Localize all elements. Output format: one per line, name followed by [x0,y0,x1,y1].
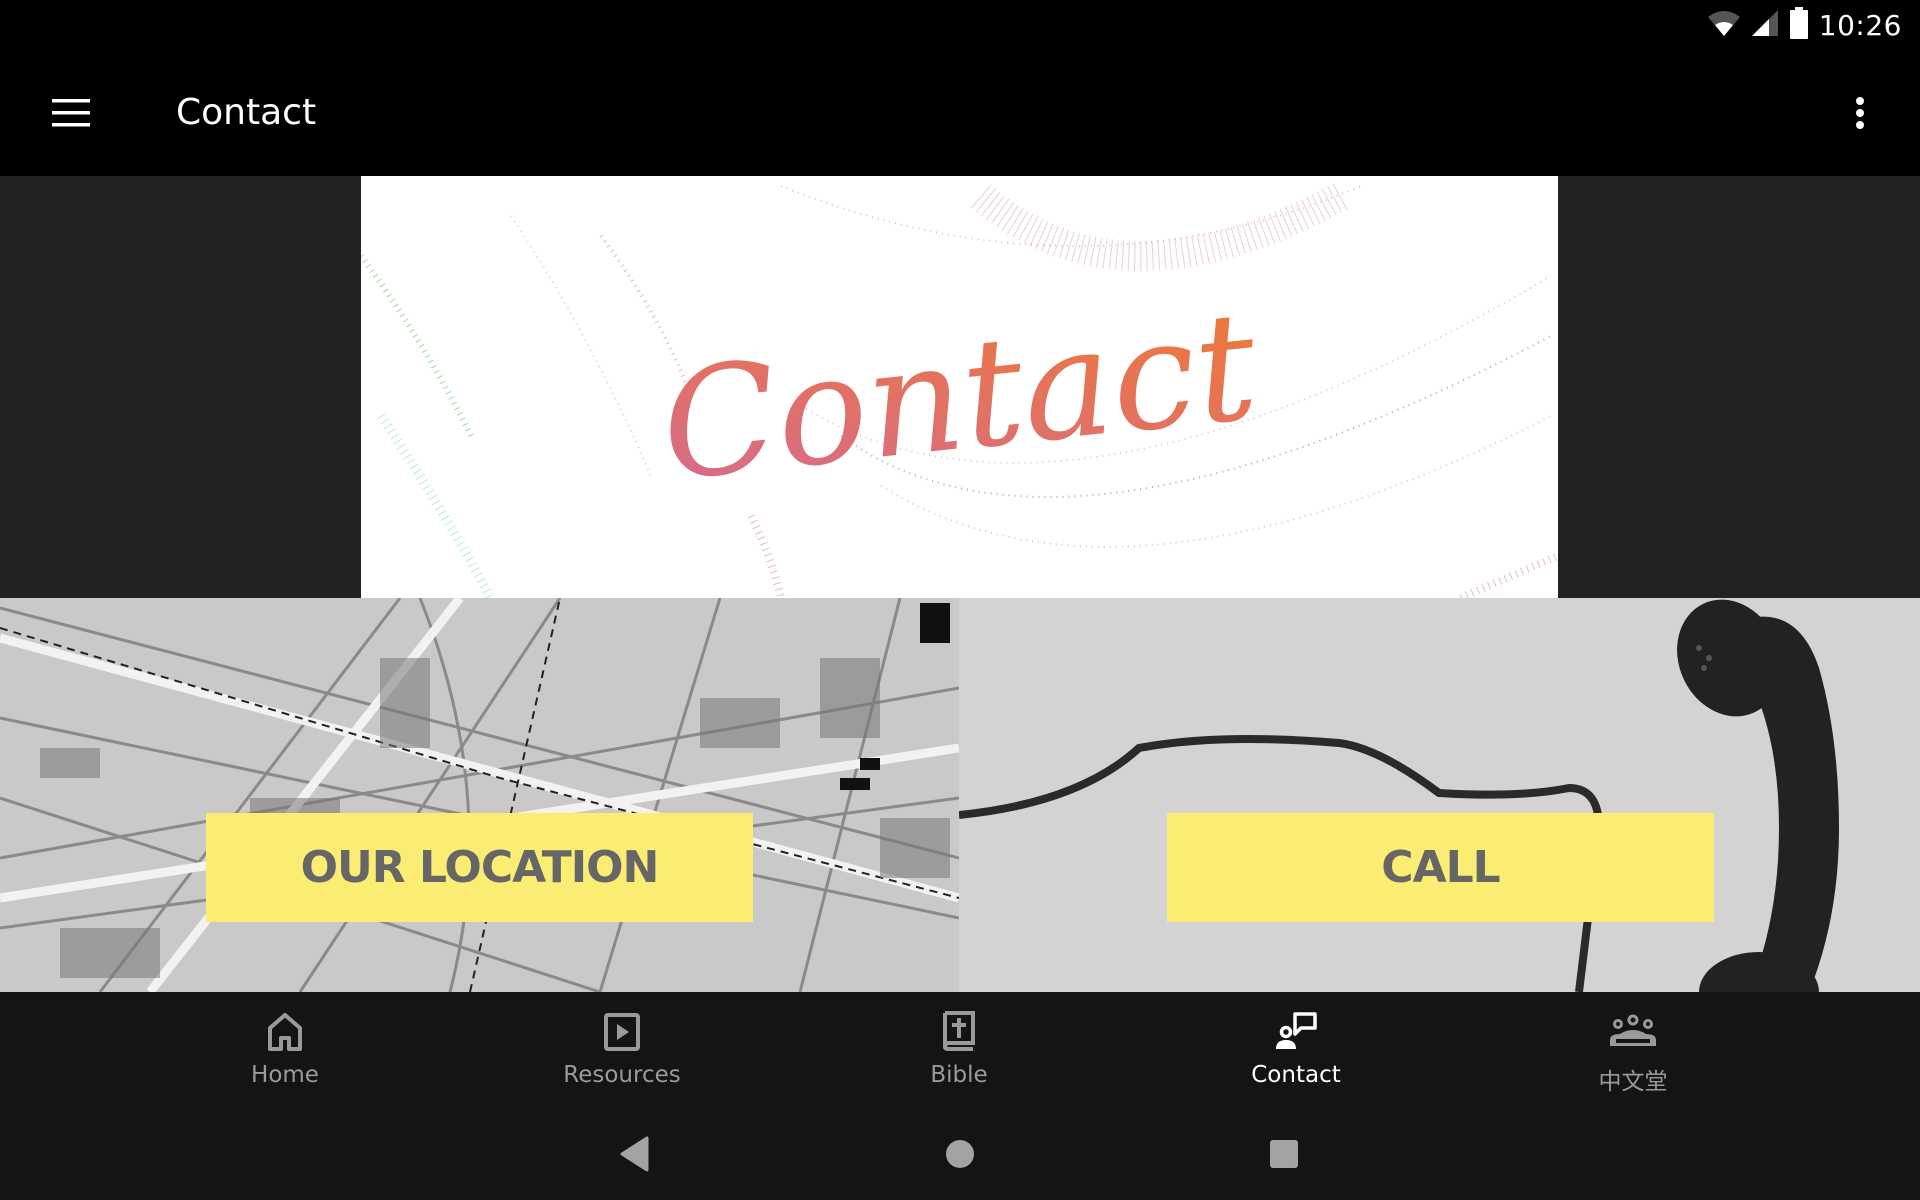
street-map-image [0,598,959,992]
menu-button[interactable] [42,85,102,145]
system-recents-button[interactable] [1262,1134,1306,1178]
nav-item-chinese-congregation[interactable]: 中文堂 [1523,992,1743,1110]
contact-chat-icon [1275,1010,1317,1054]
system-navigation-bar [0,1110,1920,1200]
nav-label-contact: Contact [1251,1062,1341,1088]
home-icon [267,1010,303,1054]
system-home-button[interactable] [938,1134,982,1178]
telephone-handset-image [959,598,1920,992]
bible-icon [941,1010,977,1054]
battery-icon [1789,6,1809,44]
call-tile[interactable]: CALL [959,598,1920,992]
video-play-icon [604,1010,640,1054]
status-icons: 10:26 [1707,6,1902,44]
location-tile[interactable]: OUR LOCATION [0,598,959,992]
nav-label-home: Home [251,1062,319,1088]
nav-label-chinese-congregation: 中文堂 [1598,1069,1668,1095]
nav-item-bible[interactable]: Bible [849,992,1069,1110]
page-title: Contact [176,92,317,133]
call-button[interactable]: CALL [1167,813,1714,922]
nav-label-bible: Bible [930,1062,988,1088]
wifi-icon [1707,9,1741,42]
hamburger-menu-icon [52,98,92,132]
app-bar: Contact [0,55,1920,176]
back-icon [619,1136,649,1177]
our-location-button[interactable]: OUR LOCATION [206,813,753,922]
more-vertical-icon [1854,96,1866,135]
banner-artwork: Contact [361,182,1558,598]
content-area: Contact OUR LOCATION CALL [0,176,1920,992]
nav-item-home[interactable]: Home [175,992,395,1110]
group-icon [1608,1010,1658,1054]
bottom-navigation: Home Resources Bible Contact 中文堂 [0,992,1920,1110]
cell-signal-icon [1751,9,1779,42]
contact-banner: Contact [361,176,1558,598]
nav-label-resources: Resources [563,1062,681,1088]
home-circle-icon [944,1138,976,1175]
recents-icon [1269,1139,1299,1174]
overflow-menu-button[interactable] [1830,85,1890,145]
status-time: 10:26 [1818,8,1902,42]
nav-item-resources[interactable]: Resources [512,992,732,1110]
system-back-button[interactable] [612,1134,656,1178]
banner-script-text: Contact [654,279,1265,514]
nav-item-contact[interactable]: Contact [1186,992,1406,1110]
status-bar: 10:26 [0,0,1920,55]
